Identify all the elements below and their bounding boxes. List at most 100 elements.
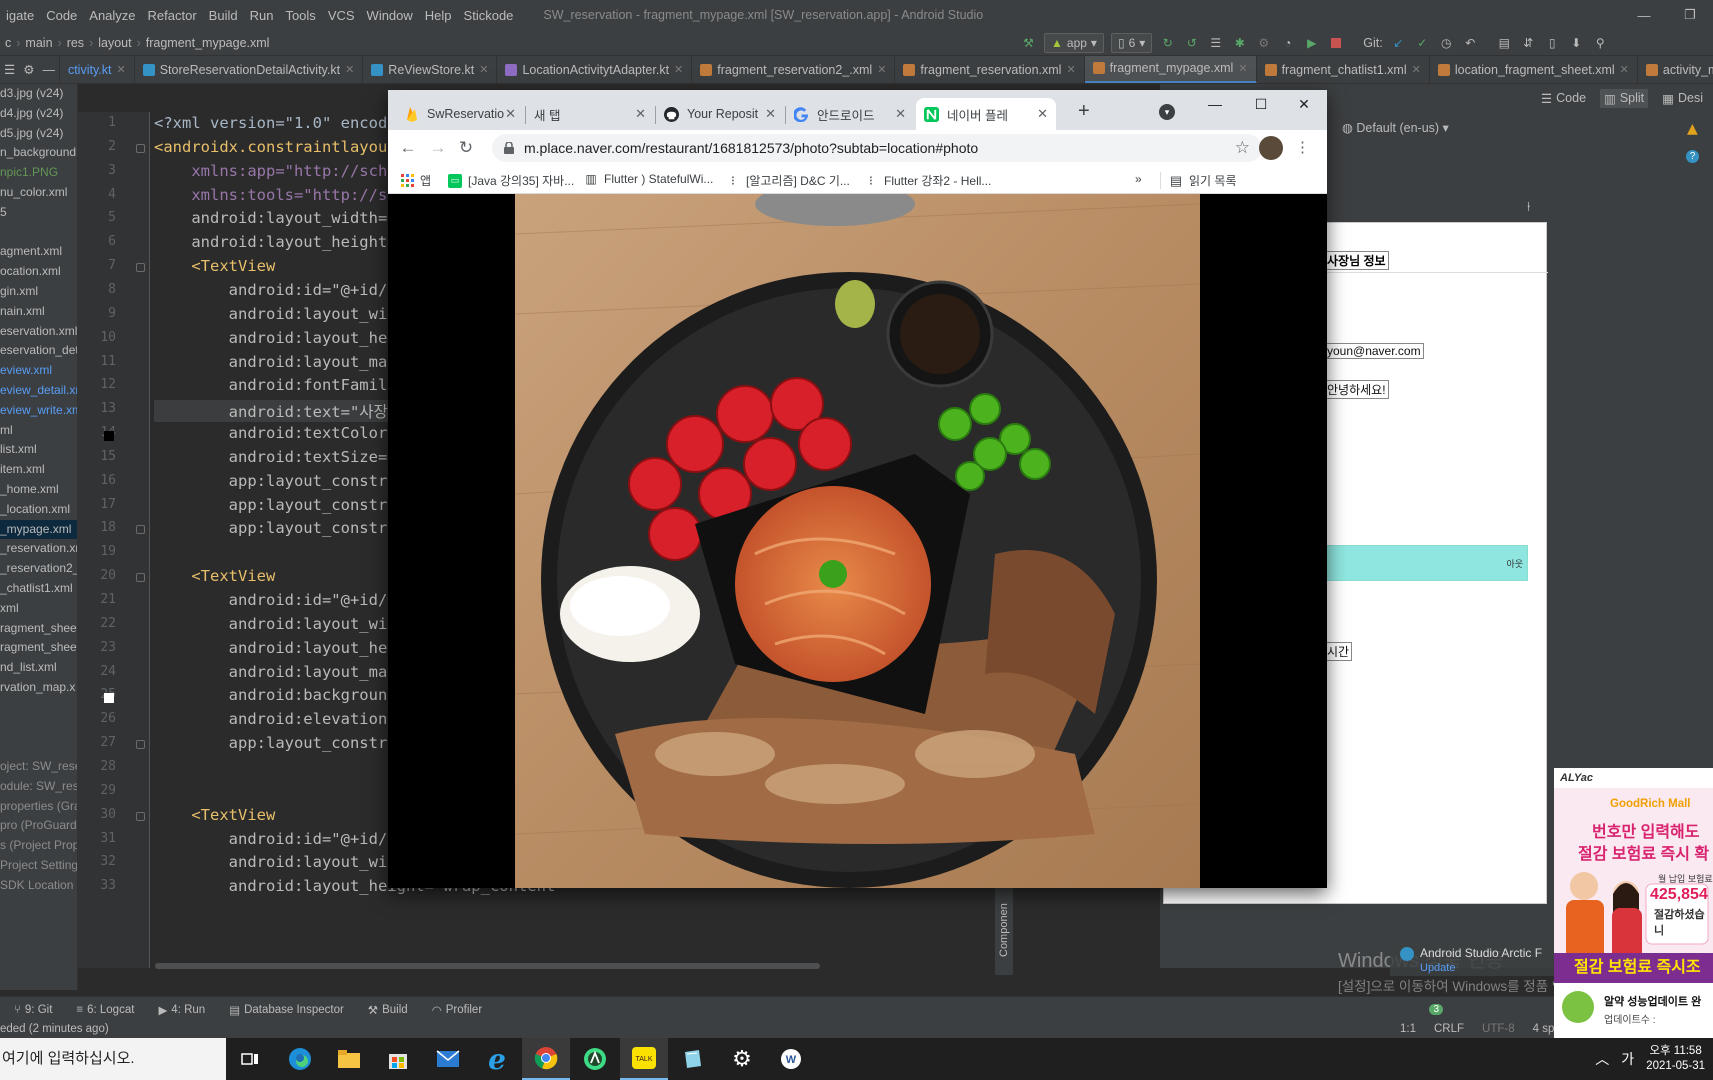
project-tree-item[interactable]: odule: SW_rese — [0, 777, 77, 797]
editor-tab[interactable]: fragment_chatlist1.xml ✕ — [1257, 56, 1430, 83]
project-tree-item[interactable] — [0, 718, 77, 738]
code-line[interactable]: android:textSize=" — [154, 448, 397, 466]
apply-changes-icon[interactable]: ↻ — [1159, 35, 1176, 52]
bookmark-apps[interactable]: 앱 — [400, 172, 431, 189]
project-tree-item[interactable]: n_background. — [0, 143, 77, 163]
menu-item[interactable]: Analyze — [83, 8, 141, 23]
bookmark-flutter-lecture[interactable]: ⁝ Flutter 강좌2 - Hell... — [864, 172, 992, 189]
editor-tab[interactable]: ReViewStore.kt ✕ — [363, 56, 498, 83]
fold-icon[interactable] — [136, 143, 145, 153]
project-tree-item[interactable]: ragment_sheet — [0, 619, 77, 639]
chrome-tab-5[interactable]: 네이버 플레 ✕ — [916, 98, 1056, 130]
design-mode-button[interactable]: ▦ Desi — [1658, 89, 1707, 108]
code-line[interactable]: android:layout_height= — [154, 233, 396, 251]
code-line[interactable]: xmlns:tools="http://sc — [154, 186, 396, 204]
avd-manager-icon[interactable]: ▯ — [1544, 35, 1561, 52]
forward-icon[interactable]: → — [426, 136, 450, 160]
more-icon[interactable]: ⋮ — [1295, 138, 1310, 156]
code-line[interactable]: app:layout_constra — [154, 472, 397, 490]
preview-email[interactable]: youn@naver.com — [1324, 343, 1424, 359]
project-tree-item[interactable]: agment.xml — [0, 242, 77, 262]
code-line[interactable]: android:id="@+id/t — [154, 281, 397, 299]
task-view-icon[interactable] — [226, 1038, 274, 1080]
project-tree-item[interactable] — [0, 698, 77, 718]
editor-tab[interactable]: activity_m — [1638, 56, 1713, 83]
code-line[interactable]: <TextView — [154, 806, 275, 824]
editor-tab[interactable]: location_fragment_sheet.xml ✕ — [1430, 56, 1638, 83]
breadcrumb-item[interactable]: main — [20, 36, 57, 50]
store-icon[interactable] — [374, 1038, 422, 1080]
code-line[interactable]: android:text="사장 — [154, 400, 388, 423]
update-notification[interactable]: Android Studio Arctic F Update — [1390, 942, 1560, 976]
close-icon[interactable]: ✕ — [1037, 106, 1048, 122]
project-tree-item[interactable]: nain.xml — [0, 302, 77, 322]
history-icon[interactable]: ◷ — [1438, 35, 1455, 52]
code-line[interactable]: android:layout_mar — [154, 663, 397, 681]
clock[interactable]: 오후 11:58 2021-05-31 — [1646, 1044, 1705, 1074]
bookmarks-overflow-icon[interactable]: » — [1135, 172, 1142, 186]
chrome-minimize-icon[interactable]: — — [1192, 90, 1238, 118]
bookmark-java[interactable]: ▭ [Java 강의35] 자바... — [448, 172, 574, 189]
new-tab-button[interactable]: + — [1078, 100, 1090, 123]
chrome-tab-2[interactable]: 새 탭 ✕ — [526, 98, 654, 130]
project-tree-item[interactable]: _reservation2_. — [0, 559, 77, 579]
fold-icon[interactable] — [136, 525, 145, 535]
menu-item[interactable]: Run — [244, 8, 280, 23]
project-tree-item[interactable]: 5 — [0, 203, 77, 223]
project-tree-item[interactable]: d4.jpg (v24) — [0, 104, 77, 124]
color-swatch-icon[interactable] — [104, 431, 114, 442]
device-select[interactable]: ▯ 6 ▾ — [1110, 33, 1153, 53]
project-tree-item[interactable]: xml — [0, 599, 77, 619]
code-line[interactable]: <TextView — [154, 257, 275, 275]
tool-window-button[interactable]: ≡ 6: Logcat — [76, 1004, 134, 1016]
menu-item[interactable]: Window — [361, 8, 419, 23]
preview-logout-button[interactable]: 아웃 — [1324, 545, 1528, 581]
event-log-button[interactable]: 3 — [1429, 1004, 1443, 1015]
close-icon[interactable]: ✕ — [877, 63, 886, 76]
code-mode-button[interactable]: ☰ Code — [1537, 89, 1590, 108]
chrome-tab-4[interactable]: 안드로이드 ✕ — [786, 98, 914, 130]
chrome-close-icon[interactable]: ✕ — [1281, 90, 1327, 118]
kakaotalk-icon[interactable]: TALK — [620, 1038, 668, 1080]
code-line[interactable]: android:layout_width=" — [154, 209, 396, 227]
project-tree-item[interactable]: _location.xml — [0, 500, 77, 520]
editor-tab[interactable]: ctivity.kt ✕ — [60, 56, 135, 83]
close-icon[interactable]: ✕ — [505, 106, 516, 122]
menu-item[interactable]: igate — [0, 8, 40, 23]
project-tree-item[interactable]: nu_color.xml — [0, 183, 77, 203]
tool-window-button[interactable]: ⚒ Build — [368, 1003, 408, 1017]
breadcrumb-item[interactable]: layout — [93, 36, 136, 50]
chrome-taskbar-icon[interactable] — [522, 1038, 570, 1080]
code-line[interactable]: android:layout_hei — [154, 329, 397, 347]
restore-icon[interactable]: ❐ — [1667, 0, 1713, 30]
android-studio-icon[interactable] — [571, 1038, 619, 1080]
project-tree-item[interactable]: ocation.xml — [0, 262, 77, 282]
menu-item[interactable]: Build — [203, 8, 244, 23]
project-tree-item[interactable]: _reservation.xm — [0, 539, 77, 559]
chrome-tab-3[interactable]: Your Reposit ✕ — [656, 98, 784, 130]
project-tree-item[interactable]: d3.jpg (v24) — [0, 84, 77, 104]
project-tree-item[interactable]: nd_list.xml — [0, 658, 77, 678]
code-line[interactable]: android:textColor= — [154, 424, 397, 442]
split-mode-button[interactable]: ▥ Split — [1600, 88, 1649, 108]
project-tree-item[interactable]: item.xml — [0, 460, 77, 480]
help-icon[interactable]: ? — [1686, 150, 1699, 163]
preview-greeting[interactable]: 안녕하세요! — [1324, 380, 1389, 399]
editor-tab[interactable]: StoreReservationDetailActivity.kt ✕ — [135, 56, 364, 83]
project-tree-item[interactable]: eview.xml — [0, 361, 77, 381]
project-tree-item[interactable]: properties (Gra — [0, 797, 77, 817]
editor-tab[interactable]: fragment_mypage.xml ✕ — [1084, 56, 1257, 83]
status-indicator[interactable]: 1:1 — [1400, 1023, 1416, 1035]
run-config-select[interactable]: ▲ app ▾ — [1044, 33, 1104, 53]
bookmark-star-icon[interactable]: ☆ — [1235, 138, 1250, 158]
attach-icon[interactable]: ⚙ — [1255, 35, 1272, 52]
editor-tab[interactable]: fragment_reservation2_.xml ✕ — [692, 56, 896, 83]
project-tree-item[interactable]: oject: SW_reser — [0, 757, 77, 777]
code-line[interactable]: <TextView — [154, 567, 275, 585]
update-link[interactable]: Update — [1420, 962, 1455, 974]
menu-item[interactable]: Stickode — [458, 8, 520, 23]
ime-indicator[interactable]: 가 — [1621, 1049, 1634, 1069]
code-line[interactable]: android:layout_wid — [154, 615, 397, 633]
project-tree-item[interactable]: eview_detail.xm — [0, 381, 77, 401]
sdk-manager-icon[interactable]: ⬇ — [1568, 35, 1585, 52]
